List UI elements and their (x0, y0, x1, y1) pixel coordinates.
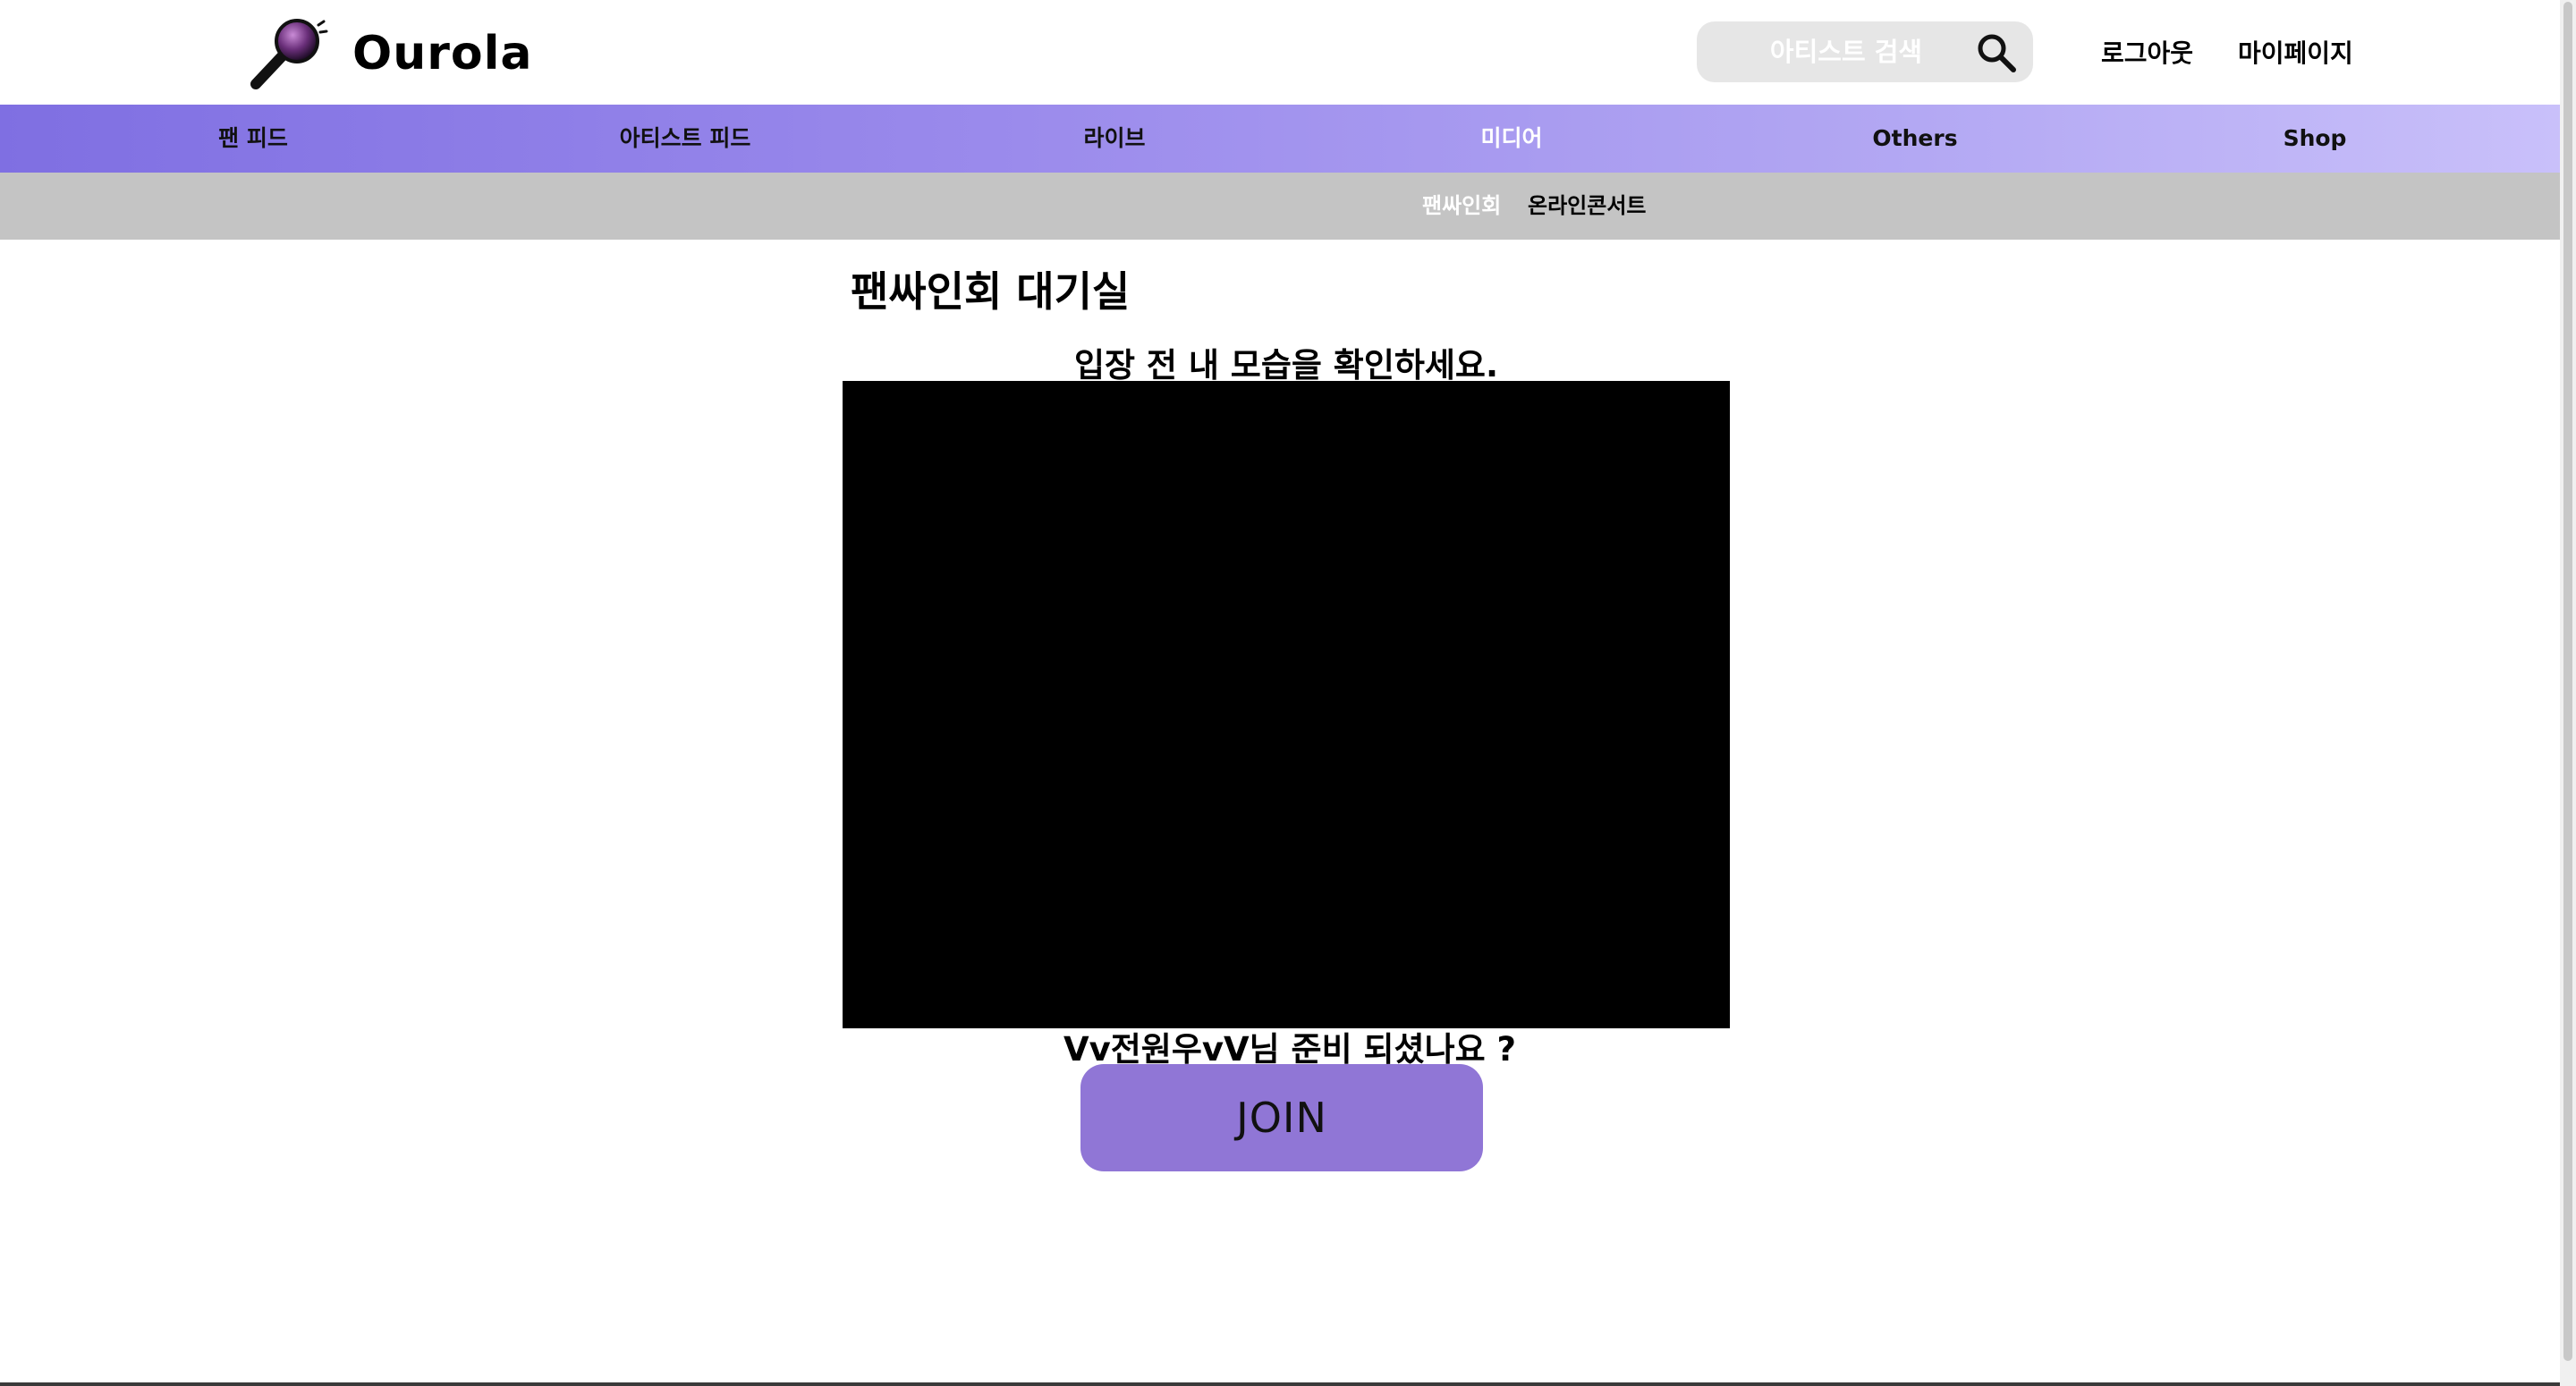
ready-text: Vv전원우vV님 준비 되셨나요 ? (1063, 1030, 1516, 1069)
camera-preview (843, 381, 1730, 1028)
nav-item-fan-feed[interactable]: 팬 피드 (218, 105, 288, 173)
nav-item-media[interactable]: 미디어 (1480, 105, 1542, 173)
preview-caption: 입장 전 내 모습을 확인하세요. (1073, 346, 1499, 385)
scrollbar-thumb[interactable] (2563, 2, 2572, 1361)
logo[interactable]: Ourola (247, 13, 533, 95)
sub-nav-item-online-concert[interactable]: 온라인콘서트 (1528, 173, 1646, 240)
logo-text: Ourola (352, 27, 533, 80)
mypage-link[interactable]: 마이페이지 (2238, 34, 2353, 70)
nav-item-shop[interactable]: Shop (2284, 105, 2347, 173)
logout-link[interactable]: 로그아웃 (2101, 34, 2193, 70)
microphone-icon (250, 19, 328, 89)
search-box (1697, 21, 2033, 82)
nav-item-others[interactable]: Others (1872, 105, 1957, 173)
bottom-border (0, 1382, 2560, 1386)
sub-nav: 팬싸인회 온라인콘서트 (0, 173, 2560, 240)
join-button[interactable]: JOIN (1080, 1064, 1483, 1171)
search-icon[interactable] (1976, 32, 2017, 73)
main-nav: 팬 피드 아티스트 피드 라이브 미디어 Others Shop (0, 105, 2560, 173)
search-input[interactable] (1715, 24, 1978, 80)
header: Ourola 로그아웃 마이페이지 (0, 0, 2560, 105)
page: Ourola 로그아웃 마이페이지 팬 피드 아티스트 피드 라이브 미디어 O… (0, 0, 2576, 1386)
nav-item-live[interactable]: 라이브 (1083, 105, 1145, 173)
sub-nav-item-fansign[interactable]: 팬싸인회 (1422, 173, 1501, 240)
nav-item-artist-feed[interactable]: 아티스트 피드 (620, 105, 751, 173)
page-title: 팬싸인회 대기실 (851, 267, 1131, 316)
